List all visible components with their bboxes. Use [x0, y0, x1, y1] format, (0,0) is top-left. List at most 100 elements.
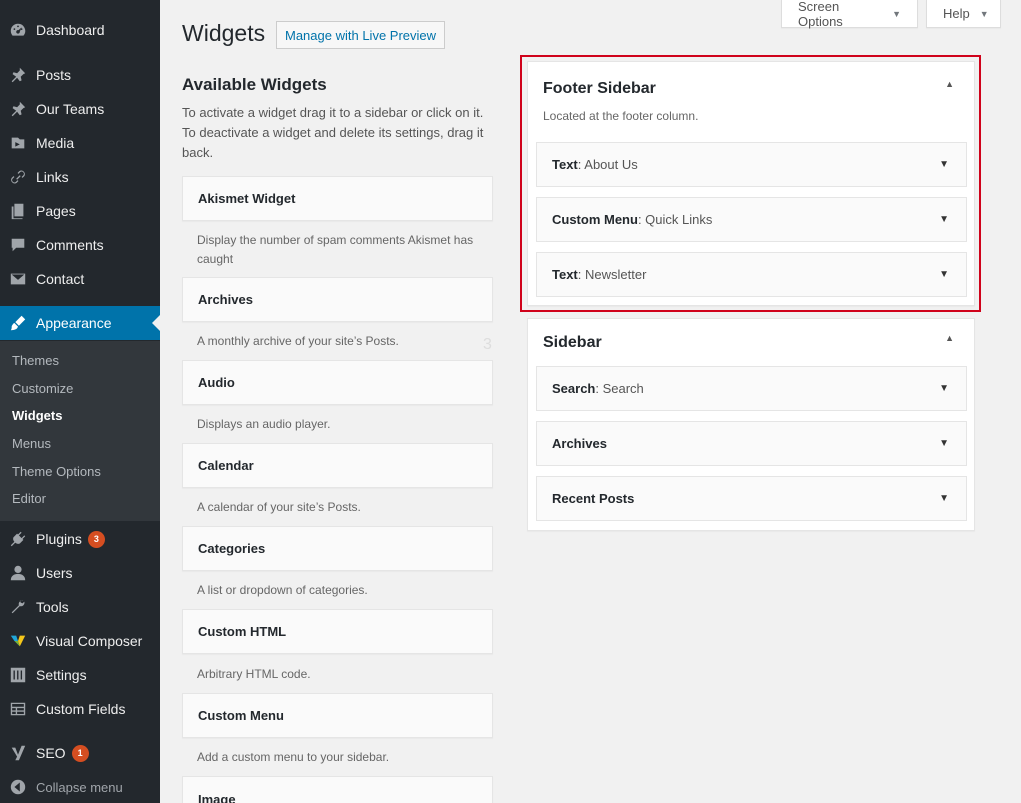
collapse-menu-button[interactable]: Collapse menu: [0, 770, 160, 803]
widget-description: A list or dropdown of categories.: [197, 583, 368, 597]
footer-sidebar-description: Located at the footer column.: [543, 109, 699, 123]
plug-icon: [0, 530, 36, 548]
menu-label: Posts: [36, 67, 72, 83]
menu-item-tools[interactable]: Tools: [0, 590, 160, 624]
widget-instance-name: : Quick Links: [637, 212, 713, 227]
widget-custom-menu[interactable]: Custom Menu: [182, 693, 493, 738]
widget-description: Arbitrary HTML code.: [197, 667, 311, 681]
menu-label: Custom Fields: [36, 701, 126, 717]
menu-label: Dashboard: [36, 22, 105, 38]
sidebar-widget-search[interactable]: Search: Search ▼: [536, 366, 967, 411]
ghost-number: 3: [483, 336, 492, 353]
widget-instance-name: : About Us: [577, 157, 638, 172]
footer-sidebar-title[interactable]: Footer Sidebar: [543, 80, 656, 98]
menu-label: Visual Composer: [36, 633, 143, 649]
widget-description: A calendar of your site’s Posts.: [197, 500, 361, 514]
pages-icon: [0, 202, 36, 220]
yoast-icon: [0, 744, 36, 762]
menu-item-settings[interactable]: Settings: [0, 658, 160, 692]
screen-options-button[interactable]: Screen Options ▼: [781, 0, 918, 29]
pushpin-icon: [0, 100, 36, 118]
menu-label: Settings: [36, 667, 87, 683]
widget-description: Displays an audio player.: [197, 417, 331, 431]
widget-categories[interactable]: Categories: [182, 526, 493, 571]
pushpin-icon: [0, 66, 36, 84]
widget-description: A monthly archive of your site’s Posts.: [197, 334, 399, 348]
screen-options-label: Screen Options: [798, 0, 843, 29]
menu-label: Links: [36, 169, 69, 185]
table-icon: [0, 700, 36, 718]
seo-notification-badge: 1: [71, 744, 89, 762]
widget-type: Search: [552, 381, 596, 396]
widget-title: Calendar: [198, 458, 254, 473]
widget-image[interactable]: Image: [182, 776, 493, 803]
widget-title: Image: [198, 792, 236, 803]
menu-item-users[interactable]: Users: [0, 556, 160, 590]
menu-label: Media: [36, 135, 75, 151]
widget-audio[interactable]: Audio: [182, 360, 493, 405]
submenu-theme-options[interactable]: Theme Options: [12, 464, 101, 479]
link-icon: [0, 168, 36, 186]
widget-akismet[interactable]: Akismet Widget: [182, 176, 493, 221]
caret-down-icon: ▼: [979, 8, 989, 19]
sidebar-widget-custom-menu[interactable]: Custom Menu: Quick Links ▼: [536, 197, 967, 242]
sidebar-widget-recent-posts[interactable]: Recent Posts ▼: [536, 476, 967, 521]
widget-type: Text: [552, 157, 578, 172]
menu-item-pages[interactable]: Pages: [0, 194, 160, 228]
expand-arrow-icon[interactable]: ▼: [939, 493, 949, 504]
expand-arrow-icon[interactable]: ▼: [939, 269, 949, 280]
menu-item-contact[interactable]: Contact: [0, 262, 160, 296]
expand-arrow-icon[interactable]: ▼: [939, 214, 949, 225]
widget-title: Categories: [198, 541, 266, 556]
comment-icon: [0, 236, 36, 254]
expand-arrow-icon[interactable]: ▼: [939, 438, 949, 449]
expand-arrow-icon[interactable]: ▼: [939, 383, 949, 394]
manage-live-preview-button[interactable]: Manage with Live Preview: [276, 21, 446, 49]
submenu-editor[interactable]: Editor: [12, 491, 46, 506]
menu-item-custom-fields[interactable]: Custom Fields: [0, 692, 160, 726]
appearance-submenu: Themes Customize Widgets Menus Theme Opt…: [0, 341, 160, 521]
collapse-arrow-icon: [0, 778, 36, 796]
widget-calendar[interactable]: Calendar: [182, 443, 493, 488]
widget-instance-name: : Newsletter: [577, 267, 647, 282]
menu-item-dashboard[interactable]: Dashboard: [0, 13, 160, 47]
submenu-widgets[interactable]: Widgets: [12, 408, 62, 423]
widget-custom-html[interactable]: Custom HTML: [182, 609, 493, 654]
submenu-customize[interactable]: Customize: [12, 381, 73, 396]
expand-arrow-icon[interactable]: ▼: [939, 159, 949, 170]
menu-item-media[interactable]: Media: [0, 126, 160, 160]
sidebar-title[interactable]: Sidebar: [543, 334, 602, 352]
widget-archives[interactable]: Archives: [182, 277, 493, 322]
menu-item-seo[interactable]: SEO 1: [0, 736, 160, 770]
submenu-themes[interactable]: Themes: [12, 353, 59, 368]
collapse-toggle-icon[interactable]: ▲: [945, 333, 954, 343]
menu-label: Pages: [36, 203, 76, 219]
menu-item-links[interactable]: Links: [0, 160, 160, 194]
collapse-toggle-icon[interactable]: ▲: [945, 79, 954, 89]
submenu-menus[interactable]: Menus: [12, 436, 51, 451]
widget-type: Archives: [552, 436, 607, 451]
sidebar-widget-archives[interactable]: Archives ▼: [536, 421, 967, 466]
envelope-icon: [0, 270, 36, 288]
wrench-icon: [0, 598, 36, 616]
menu-item-plugins[interactable]: Plugins 3: [0, 522, 160, 556]
menu-item-posts[interactable]: Posts: [0, 58, 160, 92]
menu-item-visual-composer[interactable]: Visual Composer: [0, 624, 160, 658]
admin-menu: Dashboard Posts Our Teams Media Links Pa…: [0, 0, 160, 803]
paintbrush-icon: [0, 314, 36, 332]
menu-item-comments[interactable]: Comments: [0, 228, 160, 262]
menu-label: Plugins: [36, 531, 82, 547]
menu-item-appearance[interactable]: Appearance: [0, 306, 160, 340]
settings-sliders-icon: [0, 666, 36, 684]
widget-type: Recent Posts: [552, 491, 635, 506]
page-title: Widgets: [182, 20, 266, 46]
menu-label: Tools: [36, 599, 69, 615]
dashboard-icon: [0, 21, 36, 39]
sidebar-widget-text-about[interactable]: Text: About Us ▼: [536, 142, 967, 187]
sidebar-widget-text-newsletter[interactable]: Text: Newsletter ▼: [536, 252, 967, 297]
help-button[interactable]: Help ▼: [926, 0, 1001, 28]
menu-label: Collapse menu: [36, 779, 123, 795]
widget-title: Custom HTML: [198, 624, 287, 639]
menu-item-our-teams[interactable]: Our Teams: [0, 92, 160, 126]
widget-instance-name: : Search: [595, 381, 644, 396]
